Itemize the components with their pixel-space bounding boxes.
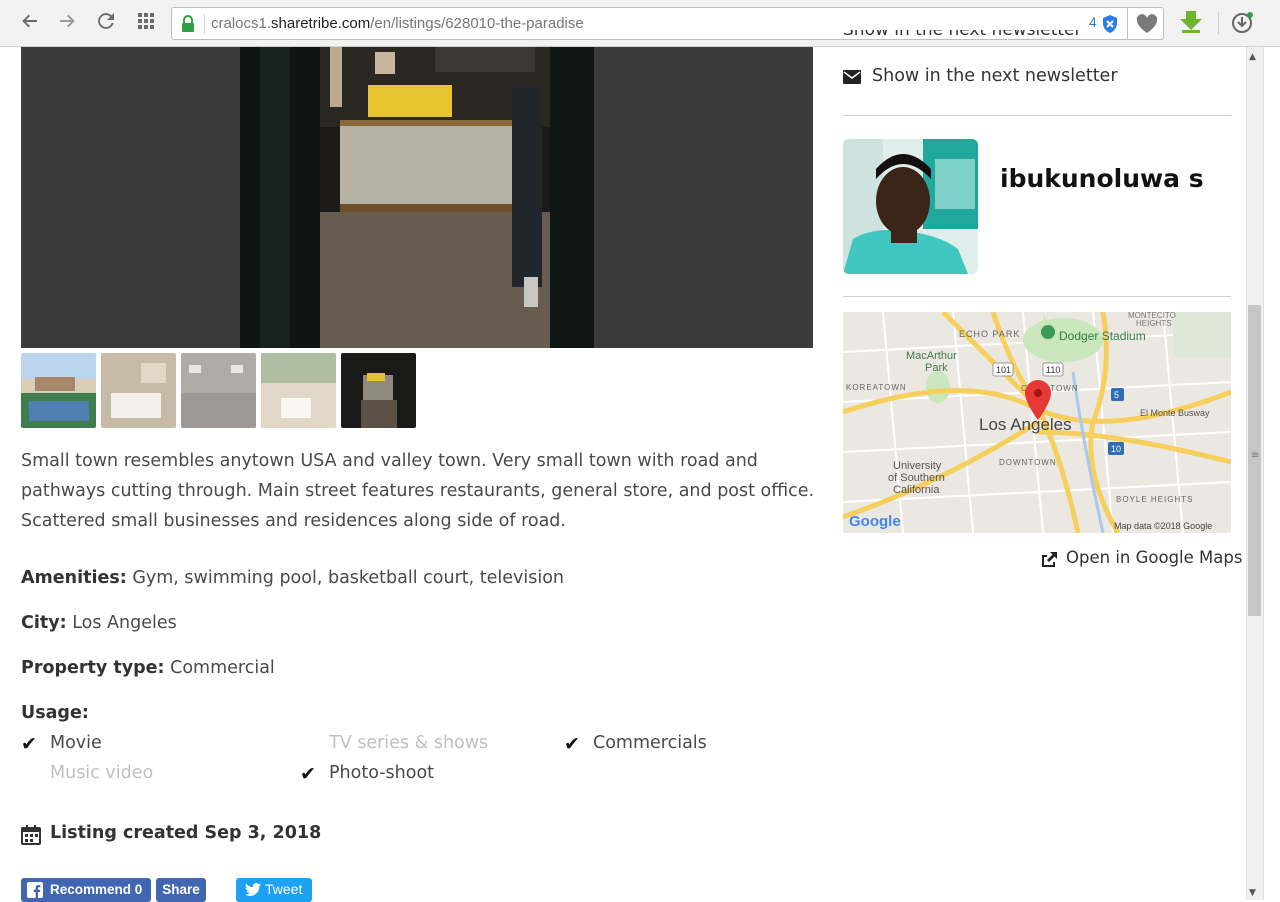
partial-item-text: Show in the next newsletter <box>843 30 1082 40</box>
map-label-california: California <box>893 484 940 496</box>
thumbnail-3[interactable] <box>181 353 256 428</box>
map-attribution: Map data ©2018 Google <box>1114 521 1212 531</box>
usage-item-commercials: Commercials <box>593 733 707 753</box>
checkmark-icon: ✔ <box>300 763 316 785</box>
sidebar-partial-item[interactable]: Show in the next newsletter <box>843 30 1082 47</box>
external-share-icon <box>1042 552 1057 567</box>
property-type-value: Commercial <box>170 658 275 678</box>
author-name[interactable]: ibukunoluwa s <box>1000 164 1204 193</box>
usage-heading: Usage: <box>21 703 89 723</box>
checkmark-icon: ✔ <box>564 733 580 755</box>
amenities-label: Amenities: <box>21 568 127 588</box>
usage-item-music-video: Music video <box>50 763 154 783</box>
shield-icon[interactable] <box>1101 14 1119 34</box>
apps-grid-icon[interactable] <box>134 11 158 35</box>
listing-main-image[interactable] <box>21 47 813 348</box>
url-host: sharetribe.com <box>271 15 371 32</box>
thumbnail-4[interactable] <box>261 353 336 428</box>
city-value: Los Angeles <box>72 613 177 633</box>
map-label-hwy5: 5 <box>1114 390 1119 400</box>
usage-item-tv-series: TV series & shows <box>329 733 489 753</box>
url-text[interactable]: cralocs1.sharetribe.com/en/listings/6280… <box>211 15 584 32</box>
checkmark-icon: ✔ <box>21 733 37 755</box>
newsletter-label: Show in the next newsletter <box>872 66 1118 86</box>
listing-created-date: Listing created Sep 3, 2018 <box>50 823 322 843</box>
tweet-label: Tweet <box>265 881 303 897</box>
location-map[interactable]: ECHO PARK MONTECITO HEIGHTS Dodger Stadi… <box>843 312 1231 533</box>
heart-icon <box>1136 14 1158 33</box>
city-field: City: Los Angeles <box>21 613 177 633</box>
map-label-hwy10: 10 <box>1111 444 1121 454</box>
city-label: City: <box>21 613 67 633</box>
envelope-icon <box>843 70 861 84</box>
usage-label: Usage: <box>21 703 89 723</box>
map-label-hwy110: 110 <box>1046 365 1060 375</box>
forward-arrow-icon[interactable] <box>55 11 79 35</box>
amenities-value: Gym, swimming pool, basketball court, te… <box>132 568 565 588</box>
url-prefix: cralocs1. <box>211 15 272 32</box>
bookmark-button[interactable] <box>1127 7 1165 40</box>
thumbnail-2[interactable] <box>101 353 176 428</box>
reload-icon[interactable] <box>94 11 118 35</box>
share-label: Share <box>162 882 200 897</box>
lock-icon <box>182 15 194 32</box>
map-label-dodger: Dodger Stadium <box>1059 329 1146 343</box>
newsletter-option[interactable]: Show in the next newsletter <box>843 66 1118 86</box>
thumbnail-5-selected[interactable] <box>341 353 416 428</box>
back-arrow-icon[interactable] <box>18 11 42 35</box>
map-label-los-angeles: Los Angeles <box>979 415 1072 434</box>
recommend-label: Recommend 0 <box>50 882 143 897</box>
map-label-hwy101: 101 <box>996 365 1011 375</box>
download-arrow-icon[interactable] <box>1178 10 1204 34</box>
map-label-el-monte: El Monte Busway <box>1140 408 1210 418</box>
scroll-up-arrow-icon[interactable]: ▲ <box>1249 52 1256 62</box>
property-type-field: Property type: Commercial <box>21 658 275 678</box>
scroll-grip-icon: ≡ <box>1251 450 1260 461</box>
usage-item-movie: Movie <box>50 733 102 753</box>
twitter-bird-icon <box>245 883 261 896</box>
open-maps-label: Open in Google Maps <box>1066 548 1243 567</box>
map-label-boyle: BOYLE HEIGHTS <box>1116 495 1193 504</box>
property-type-label: Property type: <box>21 658 165 678</box>
divider <box>843 115 1231 116</box>
map-label-university: University <box>893 460 942 472</box>
listing-description: Small town resembles anytown USA and val… <box>21 451 815 531</box>
google-logo: Google <box>849 513 901 530</box>
facebook-recommend-button[interactable]: Recommend 0 <box>21 878 151 902</box>
amenities-field: Amenities: Gym, swimming pool, basketbal… <box>21 568 564 588</box>
facebook-icon <box>27 882 43 898</box>
tweet-button[interactable]: Tweet <box>236 878 312 902</box>
divider <box>843 296 1231 297</box>
browser-toolbar: cralocs1.sharetribe.com/en/listings/6280… <box>0 0 1280 47</box>
window-edge <box>1263 47 1280 900</box>
url-path: /en/listings/628010-the-paradise <box>370 15 584 32</box>
map-label-koreatown: KOREATOWN <box>846 383 907 392</box>
extension-badge-count: 4 <box>1089 14 1097 30</box>
download-manager-icon[interactable] <box>1230 11 1254 35</box>
map-label-park: Park <box>925 362 948 374</box>
scroll-down-arrow-icon[interactable]: ▼ <box>1249 888 1256 898</box>
open-in-google-maps-link[interactable]: Open in Google Maps <box>1040 548 1242 567</box>
hero-photo <box>240 47 594 348</box>
calendar-icon <box>21 825 41 845</box>
map-label-macarthur: MacArthur <box>906 350 957 362</box>
address-divider <box>204 14 205 34</box>
author-avatar[interactable] <box>843 139 978 274</box>
map-label-of-southern: of Southern <box>888 472 945 484</box>
facebook-share-button[interactable]: Share <box>156 878 206 902</box>
usage-item-photo-shoot: Photo-shoot <box>329 763 435 783</box>
toolbar-divider <box>1218 12 1219 34</box>
thumbnail-1[interactable] <box>21 353 96 428</box>
map-label-downtown: DOWNTOWN <box>999 458 1057 467</box>
map-label-echo-park: ECHO PARK <box>959 329 1020 339</box>
map-label-heights: HEIGHTS <box>1136 319 1172 328</box>
